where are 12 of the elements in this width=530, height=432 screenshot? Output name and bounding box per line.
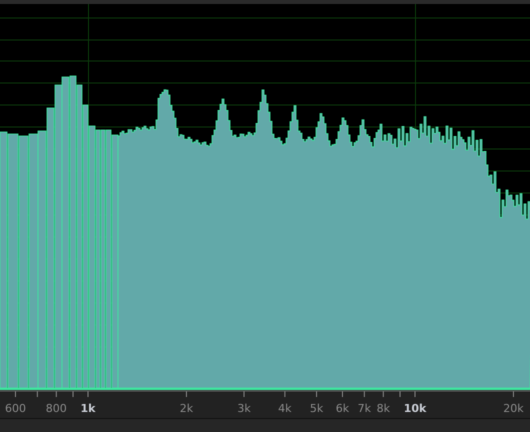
frequency-label: 1k <box>80 402 96 415</box>
frequency-label: 6k <box>336 402 350 415</box>
frequency-label: 5k <box>310 402 324 415</box>
frequency-label: 2k <box>180 402 194 415</box>
frequency-label: 8k <box>376 402 390 415</box>
frequency-label: 3k <box>237 402 251 415</box>
frequency-label: 20k <box>503 402 524 415</box>
frequency-label: 800 <box>46 402 67 415</box>
frequency-label: 4k <box>278 402 292 415</box>
frequency-label: 600 <box>4 402 26 415</box>
frequency-label: 10k <box>404 402 426 415</box>
frequency-label: 7k <box>358 402 372 415</box>
